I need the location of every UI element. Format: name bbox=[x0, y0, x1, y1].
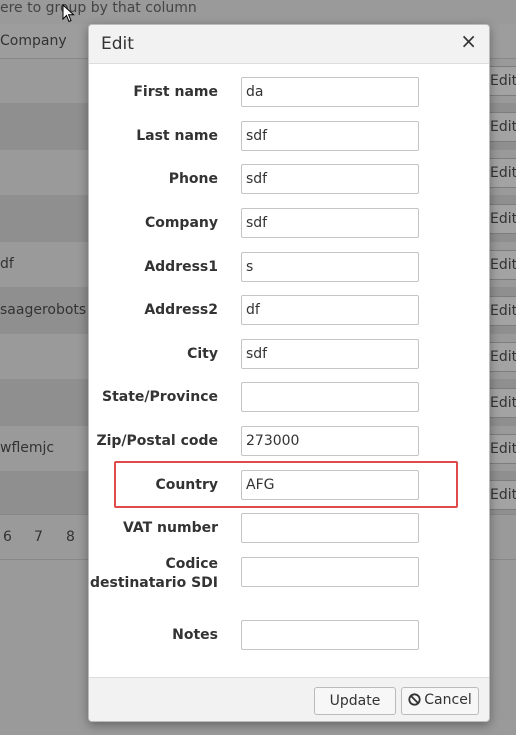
form-row-codice-sdi: Codice destinatario SDI bbox=[89, 555, 489, 601]
column-header-company[interactable]: Company bbox=[0, 33, 67, 49]
form-row-address1: Address1 bbox=[89, 252, 489, 284]
row-cell: saagerobots bbox=[0, 302, 87, 318]
close-icon[interactable]: × bbox=[460, 31, 477, 51]
address1-label: Address1 bbox=[144, 259, 218, 275]
zip-postal-code-input[interactable] bbox=[241, 426, 419, 456]
edit-dialog: Edit × First name Last name Phone Compan… bbox=[88, 24, 490, 722]
dialog-header: Edit × bbox=[89, 25, 489, 64]
notes-input[interactable] bbox=[241, 620, 419, 650]
form-row-first-name: First name bbox=[89, 77, 489, 109]
form-row-city: City bbox=[89, 339, 489, 371]
row-cell: wflemjc bbox=[0, 440, 55, 456]
notes-label: Notes bbox=[172, 627, 218, 643]
cancel-button-label: Cancel bbox=[424, 692, 472, 708]
last-name-input[interactable] bbox=[241, 121, 419, 151]
state-province-input[interactable] bbox=[241, 382, 419, 412]
row-cell: df bbox=[0, 256, 14, 272]
codice-sdi-label-line2: destinatario SDI bbox=[89, 575, 218, 591]
codice-sdi-input[interactable] bbox=[241, 557, 419, 587]
codice-sdi-label-line1: Codice bbox=[165, 556, 218, 572]
ban-icon bbox=[408, 693, 421, 710]
address2-label: Address2 bbox=[144, 302, 218, 318]
dialog-footer: Update Cancel bbox=[89, 677, 489, 721]
vat-number-label: VAT number bbox=[123, 520, 218, 536]
update-button[interactable]: Update bbox=[314, 687, 396, 715]
company-label: Company bbox=[144, 215, 218, 231]
first-name-label: First name bbox=[133, 84, 218, 100]
form-row-notes: Notes bbox=[89, 620, 489, 652]
phone-input[interactable] bbox=[241, 164, 419, 194]
dialog-title: Edit bbox=[101, 34, 134, 54]
company-input[interactable] bbox=[241, 208, 419, 238]
form-row-zip: Zip/Postal code bbox=[89, 426, 489, 458]
form-row-vat: VAT number bbox=[89, 513, 489, 545]
cancel-button[interactable]: Cancel bbox=[401, 687, 479, 715]
form-row-company: Company bbox=[89, 208, 489, 240]
form-row-last-name: Last name bbox=[89, 121, 489, 153]
form-row-state: State/Province bbox=[89, 382, 489, 414]
phone-label: Phone bbox=[168, 171, 218, 187]
address1-input[interactable] bbox=[241, 252, 419, 282]
last-name-label: Last name bbox=[136, 128, 218, 144]
form-row-address2: Address2 bbox=[89, 295, 489, 327]
first-name-input[interactable] bbox=[241, 77, 419, 107]
zip-postal-code-label: Zip/Postal code bbox=[96, 433, 218, 449]
page-link[interactable]: 7 bbox=[34, 529, 43, 545]
page-link[interactable]: 8 bbox=[66, 529, 75, 545]
vat-number-input[interactable] bbox=[241, 513, 419, 543]
codice-sdi-label: Codice destinatario SDI bbox=[90, 555, 218, 593]
page-link[interactable]: 6 bbox=[3, 529, 12, 545]
country-highlight-box bbox=[114, 461, 458, 508]
state-province-label: State/Province bbox=[102, 389, 218, 405]
group-by-hint: ere to group by that column bbox=[0, 0, 197, 16]
address2-input[interactable] bbox=[241, 295, 419, 325]
city-input[interactable] bbox=[241, 339, 419, 369]
form-row-phone: Phone bbox=[89, 164, 489, 196]
city-label: City bbox=[187, 346, 218, 362]
